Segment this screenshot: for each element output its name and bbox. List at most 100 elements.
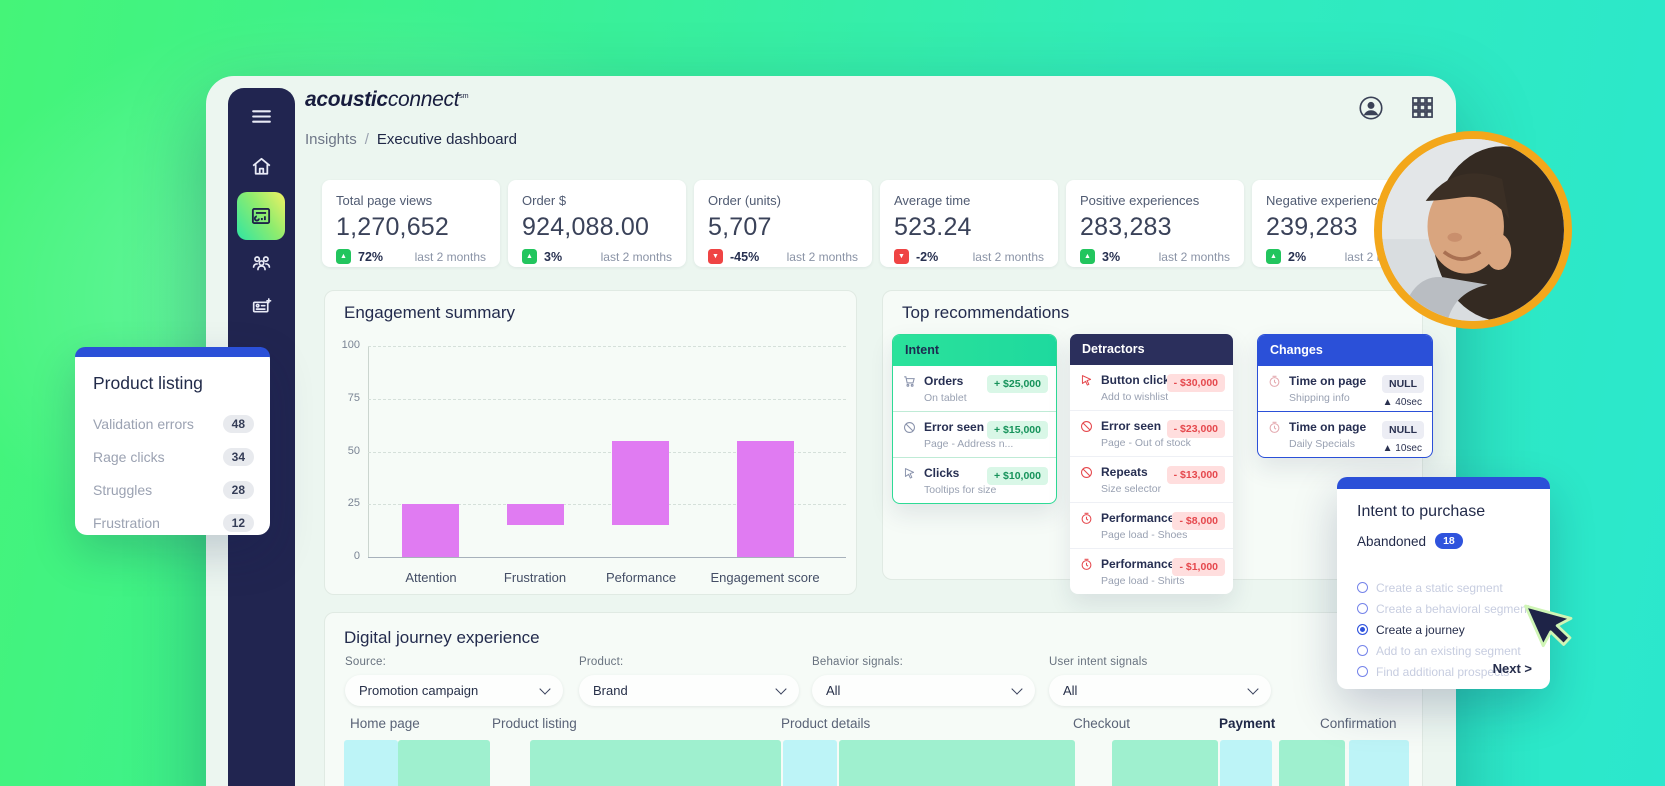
- recommendation-text: Button click Add to wishlist: [1101, 373, 1170, 403]
- list-item: Frustration 12: [93, 506, 254, 539]
- menu-icon[interactable]: [249, 104, 274, 129]
- recommendation-value: + $15,000: [986, 421, 1048, 439]
- recommendation-text: Time on page Shipping info: [1289, 374, 1366, 404]
- column-header: Changes: [1258, 335, 1432, 366]
- filter-dropdown[interactable]: All: [1049, 675, 1271, 706]
- trend-up-icon: ▲: [1266, 249, 1281, 264]
- recommendation-sublabel: Daily Specials: [1289, 438, 1355, 450]
- breadcrumb-section[interactable]: Insights: [305, 131, 357, 148]
- kpi-period: last 2 months: [786, 249, 858, 264]
- filter-label: Source:: [345, 656, 387, 668]
- kpi-card: Total page views 1,270,652 ▲ 72% last 2 mont…: [322, 180, 500, 267]
- cursor-icon: [903, 467, 917, 496]
- user-avatar-icon[interactable]: [1357, 94, 1385, 122]
- journey-filter: Behavior signals: All: [812, 656, 1035, 706]
- chevron-down-icon: [1247, 683, 1259, 695]
- journey-segment-green: [1279, 740, 1345, 786]
- radio-option[interactable]: Add to an existing segment: [1357, 640, 1530, 661]
- radio-icon[interactable]: [1357, 624, 1368, 635]
- radio-option[interactable]: Create a static segment: [1357, 577, 1530, 598]
- recommendation-value: + $10,000: [986, 467, 1048, 485]
- kpi-card: Order (units) 5,707 ▼ -45% last 2 months: [694, 180, 872, 267]
- block-icon: [1080, 420, 1094, 449]
- chart-gridline: [368, 346, 846, 347]
- journey-stage-label: Product listing: [492, 716, 577, 731]
- radio-option-label: Create a journey: [1376, 622, 1465, 637]
- kpi-title: Order (units): [708, 193, 781, 208]
- product-listing-card: Product listing Validation errors 48 Rage …: [75, 347, 270, 535]
- kpi-title: Average time: [894, 193, 971, 208]
- recommendation-item: Orders On tablet + $25,000: [893, 366, 1056, 411]
- recommendation-delta: ▲ 10sec: [1382, 443, 1422, 454]
- filter-label: Product:: [579, 656, 624, 668]
- engagement-bar-chart: 0 25 50 75 100 Attention Frustration Peformance…: [342, 339, 846, 585]
- kpi-footer: ▲ 72% last 2 months: [336, 249, 486, 264]
- radio-icon[interactable]: [1357, 582, 1368, 593]
- journey-filter: User intent signals All: [1049, 656, 1271, 706]
- radio-icon[interactable]: [1357, 603, 1368, 614]
- block-icon: [903, 421, 917, 450]
- chart-tick-label: 25: [347, 497, 360, 510]
- journey-filter: Source: Promotion campaign: [345, 656, 563, 706]
- list-item-label: Frustration: [93, 514, 160, 531]
- journey-filter: Product: Brand: [579, 656, 799, 706]
- chart-bar: [612, 440, 669, 526]
- logo-secondary: connect: [387, 88, 460, 111]
- journey-stage-label: Home page: [350, 716, 420, 731]
- kpi-footer: ▲ 3% last 2 months: [1080, 249, 1230, 264]
- radio-option[interactable]: Create a behavioral segment: [1357, 598, 1530, 619]
- filter-dropdown[interactable]: Brand: [579, 675, 799, 706]
- dropdown-value: All: [1063, 683, 1078, 698]
- journey-stage-label: Payment: [1219, 716, 1276, 731]
- journey-segment-green: [398, 740, 490, 786]
- product-listing-title: Product listing: [93, 373, 203, 393]
- apps-grid-icon[interactable]: [1409, 94, 1437, 122]
- list-item: Validation errors 48: [93, 407, 254, 440]
- cursor-icon: [1080, 374, 1094, 403]
- radio-option[interactable]: Create a journey: [1357, 619, 1530, 640]
- radio-option-label: Add to an existing segment: [1376, 643, 1521, 658]
- kpi-value: 1,270,652: [336, 213, 450, 241]
- kpi-card-row: Total page views 1,270,652 ▲ 72% last 2 mont…: [322, 180, 1430, 267]
- campaign-icon[interactable]: [249, 294, 274, 319]
- list-item-count: 34: [222, 447, 254, 466]
- recommendation-sublabel: Page load - Shoes: [1101, 529, 1188, 541]
- home-icon[interactable]: [249, 154, 274, 179]
- kpi-period: last 2 months: [972, 249, 1044, 264]
- recommendation-sublabel: Tooltips for size: [924, 484, 997, 496]
- clock-icon: [1080, 512, 1094, 541]
- popup-status-label: Abandoned: [1357, 533, 1427, 549]
- dropdown-value: All: [826, 683, 841, 698]
- list-item-count: 28: [222, 480, 254, 499]
- recommendation-sublabel: Page - Out of stock: [1101, 437, 1191, 449]
- kpi-value: 523.24: [894, 213, 972, 241]
- recommendation-text: Clicks Tooltips for size: [924, 466, 996, 496]
- recommendation-label: Button click: [1101, 373, 1170, 387]
- recommendation-item: Performance Page load - Shirts - $1,000: [1070, 548, 1233, 594]
- popup-count-badge: 18: [1435, 533, 1463, 549]
- radio-icon[interactable]: [1357, 645, 1368, 656]
- recommendation-label: Time on page: [1289, 374, 1367, 388]
- next-button[interactable]: Next >: [1493, 661, 1532, 676]
- filter-dropdown[interactable]: Promotion campaign: [345, 675, 563, 706]
- kpi-title: Positive experiences: [1080, 193, 1200, 208]
- radio-icon[interactable]: [1357, 666, 1368, 677]
- kpi-title: Total page views: [336, 193, 433, 208]
- audience-icon[interactable]: [249, 250, 274, 275]
- radio-option-label: Create a static segment: [1376, 580, 1503, 595]
- journey-segment-cyan: [783, 740, 837, 786]
- recommendation-column-detractors: Detractors Button click Add to wishlist - $…: [1070, 334, 1233, 594]
- list-item-label: Validation errors: [93, 415, 194, 432]
- kpi-card: Order $ 924,088.00 ▲ 3% last 2 months: [508, 180, 686, 267]
- dashboard-icon-active[interactable]: [237, 192, 285, 240]
- clock-icon: [1080, 558, 1094, 587]
- trend-up-icon: ▲: [336, 249, 351, 264]
- recommendation-item: Repeats Size selector - $13,000: [1070, 456, 1233, 502]
- recommendation-column-changes: Changes Time on page Shipping info NULL ▲ 40…: [1257, 334, 1433, 458]
- recommendation-value: - $13,000: [1166, 466, 1225, 484]
- filter-dropdown[interactable]: All: [812, 675, 1035, 706]
- recommendation-value: - $30,000: [1166, 374, 1225, 392]
- chart-bar: [402, 504, 459, 557]
- chart-tick-label: 100: [341, 339, 360, 351]
- journey-filters: Source: Promotion campaign Product: Brand Be…: [345, 656, 1425, 706]
